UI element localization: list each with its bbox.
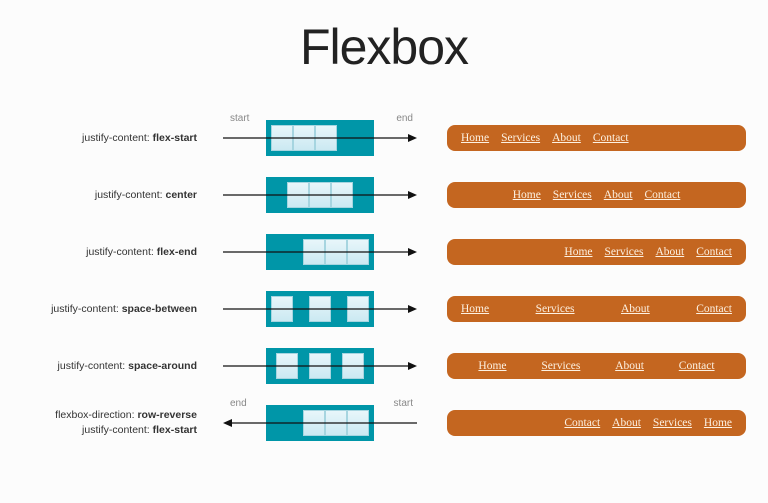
diagram-column: startend: [205, 405, 435, 441]
nav-link[interactable]: Home: [564, 246, 592, 258]
navbar-column: Home Services About Contact: [435, 182, 768, 208]
diagram-item: [303, 239, 325, 265]
nav-link[interactable]: Services: [553, 189, 592, 201]
navbar-column: Home Services About Contact: [435, 353, 768, 379]
diagram-item: [271, 296, 293, 322]
property-labels: justify-content: space-between: [0, 302, 205, 317]
flex-diagram: [266, 405, 374, 441]
prop-value: row-reverse: [137, 409, 197, 421]
nav-link[interactable]: Home: [461, 132, 489, 144]
example-row: justify-content: space-between Home Servi…: [0, 291, 768, 327]
diagram-item: [276, 353, 298, 379]
navbar-column: Home Services About Contact: [435, 410, 768, 436]
prop-name: justify-content:: [58, 360, 126, 372]
diagram-item: [315, 125, 337, 151]
nav-link[interactable]: Home: [478, 360, 506, 372]
diagram-item: [347, 239, 369, 265]
navbar: Home Services About Contact: [447, 353, 746, 379]
example-row: flexbox-direction: row-reverse justify-co…: [0, 405, 768, 441]
prop-name: justify-content:: [82, 424, 150, 436]
diagram-item: [325, 410, 347, 436]
flex-diagram: [266, 234, 374, 270]
arrow-end-label: end: [230, 398, 247, 409]
prop-value: space-between: [122, 303, 197, 315]
nav-link[interactable]: Services: [536, 303, 575, 315]
arrow-end-label: end: [396, 113, 413, 124]
example-row: justify-content: center Home Services Abou…: [0, 177, 768, 213]
prop-name: justify-content:: [95, 189, 163, 201]
nav-link[interactable]: Home: [513, 189, 541, 201]
nav-link[interactable]: About: [621, 303, 650, 315]
diagram-item: [347, 296, 369, 322]
nav-link[interactable]: Contact: [564, 417, 600, 429]
nav-link[interactable]: About: [552, 132, 581, 144]
diagram-item: [331, 182, 353, 208]
nav-link[interactable]: Contact: [696, 246, 732, 258]
diagram-item: [293, 125, 315, 151]
property-labels: justify-content: flex-start: [0, 131, 205, 146]
diagram-item: [287, 182, 309, 208]
arrow-start-label: start: [230, 113, 249, 124]
nav-link[interactable]: Services: [605, 246, 644, 258]
nav-link[interactable]: About: [612, 417, 641, 429]
property-labels: justify-content: center: [0, 188, 205, 203]
diagram-column: [205, 348, 435, 384]
nav-link[interactable]: About: [615, 360, 644, 372]
navbar: Home Services About Contact: [447, 182, 746, 208]
navbar-column: Home Services About Contact: [435, 125, 768, 151]
prop-value: space-around: [128, 360, 197, 372]
example-row: justify-content: flex-end Home Services Ab…: [0, 234, 768, 270]
navbar: Home Services About Contact: [447, 410, 746, 436]
diagram-column: [205, 177, 435, 213]
property-labels: flexbox-direction: row-reverse justify-co…: [0, 408, 205, 437]
diagram-item: [303, 410, 325, 436]
nav-link[interactable]: Services: [501, 132, 540, 144]
diagram-item: [325, 239, 347, 265]
prop-name: justify-content:: [51, 303, 119, 315]
diagram-item: [309, 296, 331, 322]
property-labels: justify-content: space-around: [0, 359, 205, 374]
navbar: Home Services About Contact: [447, 296, 746, 322]
diagram-column: startend: [205, 120, 435, 156]
nav-link[interactable]: Contact: [696, 303, 732, 315]
flex-diagram: [266, 177, 374, 213]
prop-value: flex-start: [153, 132, 197, 144]
nav-link[interactable]: Services: [541, 360, 580, 372]
page-title: Flexbox: [0, 0, 768, 94]
nav-link[interactable]: About: [655, 246, 684, 258]
prop-name: justify-content:: [82, 132, 150, 144]
nav-link[interactable]: Contact: [645, 189, 681, 201]
flex-diagram: [266, 348, 374, 384]
diagram-item: [309, 182, 331, 208]
flex-diagram: [266, 291, 374, 327]
nav-link[interactable]: Contact: [593, 132, 629, 144]
prop-value: flex-end: [157, 246, 197, 258]
nav-link[interactable]: Home: [461, 303, 489, 315]
prop-value: center: [165, 189, 197, 201]
property-labels: justify-content: flex-end: [0, 245, 205, 260]
nav-link[interactable]: About: [604, 189, 633, 201]
nav-link[interactable]: Home: [704, 417, 732, 429]
navbar-column: Home Services About Contact: [435, 296, 768, 322]
examples-container: justify-content: flex-startstartend Home…: [0, 94, 768, 441]
diagram-item: [342, 353, 364, 379]
diagram-column: [205, 291, 435, 327]
diagram-item: [309, 353, 331, 379]
nav-link[interactable]: Contact: [679, 360, 715, 372]
navbar: Home Services About Contact: [447, 239, 746, 265]
prop-value: flex-start: [153, 424, 197, 436]
navbar: Home Services About Contact: [447, 125, 746, 151]
diagram-item: [271, 125, 293, 151]
nav-link[interactable]: Services: [653, 417, 692, 429]
prop-name: flexbox-direction:: [55, 409, 134, 421]
prop-name: justify-content:: [86, 246, 154, 258]
example-row: justify-content: flex-startstartend Home…: [0, 120, 768, 156]
example-row: justify-content: space-around Home Servic…: [0, 348, 768, 384]
diagram-column: [205, 234, 435, 270]
arrow-start-label: start: [394, 398, 413, 409]
flex-diagram: [266, 120, 374, 156]
navbar-column: Home Services About Contact: [435, 239, 768, 265]
diagram-item: [347, 410, 369, 436]
